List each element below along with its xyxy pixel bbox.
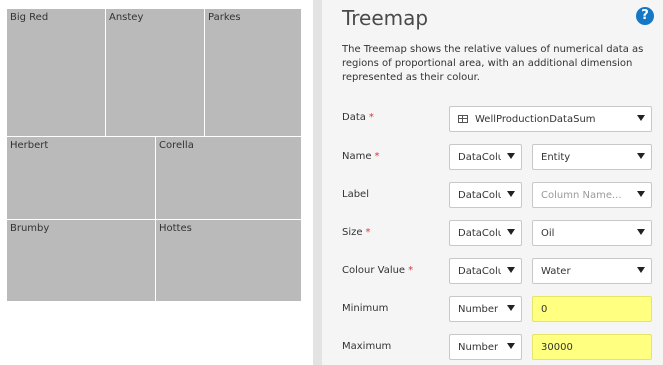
data-label: Data * [342,112,374,123]
colour-value-label-text: Colour Value [342,265,406,276]
size-type-value: DataColu [458,228,501,239]
name-label: Name * [342,151,380,162]
treemap-tile[interactable]: Herbert [6,136,156,220]
chevron-down-icon [637,115,645,121]
name-type-select[interactable]: DataColu [449,144,522,170]
name-column-select[interactable]: Entity [532,144,652,170]
chevron-down-icon [507,343,515,349]
tile-label: Anstey [109,12,144,23]
minimum-label-text: Minimum [342,303,389,314]
maximum-type-select[interactable]: Number [449,334,522,360]
maximum-label-text: Maximum [342,341,392,352]
tile-label: Big Red [10,12,49,23]
minimum-label: Minimum [342,303,388,314]
treemap-tile[interactable]: Corella [155,136,302,220]
size-column-select[interactable]: Oil [532,220,652,246]
required-marker: * [365,227,371,238]
label-column-select[interactable]: Column Name... [532,182,652,208]
minimum-type-value: Number [458,304,499,315]
required-marker: * [408,265,414,276]
treemap-preview: Big Red Anstey Parkes Herbert Corella Br… [6,8,302,302]
colour-value-type-select[interactable]: DataColu [449,258,522,284]
chevron-down-icon [637,229,645,235]
tile-label: Parkes [208,12,241,23]
maximum-label: Maximum [342,341,391,352]
chevron-down-icon [507,267,515,273]
size-column-value: Oil [541,228,555,239]
colour-value-label: Colour Value * [342,265,413,276]
label-label-text: Label [342,189,369,200]
minimum-input[interactable]: 0 [532,296,652,322]
name-type-value: DataColu [458,152,501,163]
label-label: Label [342,189,369,200]
size-label: Size * [342,227,371,238]
chevron-down-icon [507,191,515,197]
tile-label: Brumby [10,223,50,234]
table-icon [458,115,468,123]
label-column-placeholder: Column Name... [541,190,622,201]
treemap-tile[interactable]: Anstey [105,8,205,137]
data-source-select[interactable]: WellProductionDataSum [449,106,652,132]
panel-divider[interactable] [313,0,322,365]
chevron-down-icon [637,191,645,197]
colour-value-type-value: DataColu [458,266,501,277]
chevron-down-icon [507,153,515,159]
size-type-select[interactable]: DataColu [449,220,522,246]
panel-title: Treemap [342,6,429,30]
minimum-type-select[interactable]: Number [449,296,522,322]
chevron-down-icon [507,229,515,235]
maximum-value: 30000 [541,342,573,353]
required-marker: * [374,151,380,162]
data-label-text: Data [342,112,366,123]
treemap-tile[interactable]: Hottes [155,219,302,302]
name-label-text: Name [342,151,372,162]
data-source-value: WellProductionDataSum [475,114,596,125]
colour-value-column-select[interactable]: Water [532,258,652,284]
label-type-select[interactable]: DataColu [449,182,522,208]
treemap-tile[interactable]: Big Red [6,8,106,137]
treemap-tile[interactable]: Parkes [204,8,302,137]
label-type-value: DataColu [458,190,501,201]
chevron-down-icon [507,305,515,311]
chevron-down-icon [637,153,645,159]
required-marker: * [368,112,374,123]
treemap-tile[interactable]: Brumby [6,219,156,302]
panel-description: The Treemap shows the relative values of… [342,44,644,83]
maximum-type-value: Number [458,342,499,353]
size-label-text: Size [342,227,363,238]
chevron-down-icon [637,267,645,273]
tile-label: Herbert [10,140,49,151]
help-icon[interactable]: ? [636,7,654,25]
name-column-value: Entity [541,152,571,163]
colour-value-column-value: Water [541,266,571,277]
maximum-input[interactable]: 30000 [532,334,652,360]
tile-label: Corella [159,140,194,151]
minimum-value: 0 [541,304,548,315]
properties-panel: Treemap ? The Treemap shows the relative… [322,0,663,365]
tile-label: Hottes [159,223,192,234]
